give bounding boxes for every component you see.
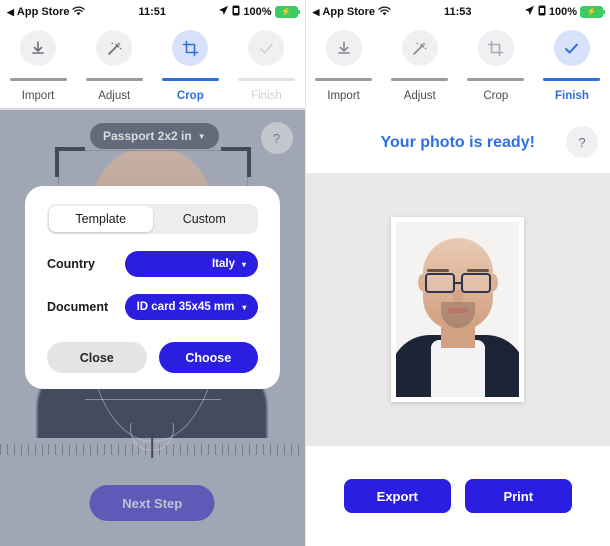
step-label: Adjust	[403, 90, 436, 102]
mode-segmented-control[interactable]: Template Custom	[47, 204, 258, 234]
screenshot-root: ◀ App Store 11:51 100% ⚡ Import Adjust C…	[0, 0, 610, 546]
crop-icon	[477, 30, 514, 66]
step-finish[interactable]: Finish	[228, 22, 304, 110]
country-label: Country	[47, 257, 95, 271]
country-dropdown[interactable]: Italy ▾	[125, 251, 258, 277]
step-label: Crop	[483, 90, 509, 102]
chevron-down-icon: ▾	[242, 302, 247, 312]
location-arrow-icon	[218, 5, 229, 19]
check-icon	[553, 30, 590, 66]
step-import[interactable]: Import	[306, 22, 382, 110]
step-finish[interactable]: Finish	[534, 22, 610, 110]
step-adjust[interactable]: Adjust	[76, 22, 152, 110]
chevron-down-icon: ▾	[241, 259, 246, 269]
result-actions: Export Print	[305, 446, 610, 546]
status-bar-left: ◀ App Store 11:51 100% ⚡	[0, 0, 305, 22]
country-row: Country Italy ▾	[47, 251, 258, 277]
left-phone-screen: ◀ App Store 11:51 100% ⚡ Import Adjust C…	[0, 0, 305, 546]
result-photo-card[interactable]	[391, 217, 525, 402]
close-button[interactable]: Close	[47, 342, 147, 373]
download-arrow-icon	[325, 30, 362, 66]
step-label: Import	[21, 90, 55, 102]
step-label: Finish	[251, 90, 282, 102]
step-adjust[interactable]: Adjust	[382, 22, 458, 110]
status-bar-indicators: 100% ⚡	[218, 5, 300, 19]
country-value: Italy	[211, 258, 235, 270]
help-button-right[interactable]: ?	[566, 126, 598, 158]
step-label: Finish	[555, 90, 589, 102]
step-progress-bar	[85, 78, 143, 81]
result-photo-area	[305, 173, 610, 446]
step-progress-bar	[161, 78, 219, 81]
result-header: Your photo is ready! ?	[305, 110, 610, 175]
step-navigation-left: Import Adjust Crop Finish	[0, 22, 305, 110]
status-bar-right: ◀ App Store 11:53 100% ⚡	[305, 0, 610, 22]
photo-mouth	[447, 308, 468, 313]
export-button[interactable]: Export	[343, 479, 451, 513]
right-phone-screen: ◀ App Store 11:53 100% ⚡ Import Adjust C…	[304, 0, 610, 546]
segment-template[interactable]: Template	[49, 206, 153, 232]
segment-custom[interactable]: Custom	[153, 206, 257, 232]
step-progress-bar	[237, 78, 295, 81]
battery-percent-label: 100%	[548, 6, 577, 18]
magic-wand-icon	[401, 30, 438, 66]
template-picker-dialog: Template Custom Country Italy ▾ Document…	[25, 186, 280, 389]
step-progress-bar	[467, 78, 525, 81]
alarm-clock-icon	[538, 5, 546, 19]
document-row: Document ID card 35x45 mm ▾	[47, 294, 258, 320]
step-progress-bar	[391, 78, 449, 81]
location-arrow-icon	[524, 5, 535, 19]
step-crop[interactable]: Crop	[458, 22, 534, 110]
alarm-clock-icon	[232, 5, 240, 19]
step-navigation-right: Import Adjust Crop Finish	[305, 22, 610, 110]
document-label: Document	[47, 300, 109, 314]
download-arrow-icon	[20, 30, 57, 66]
page-title: Your photo is ready!	[380, 133, 535, 151]
step-progress-bar	[315, 78, 373, 81]
battery-charging-icon: ⚡	[274, 6, 300, 18]
step-crop[interactable]: Crop	[152, 22, 228, 110]
print-button[interactable]: Print	[464, 479, 572, 513]
battery-charging-icon: ⚡	[580, 6, 605, 18]
check-icon	[248, 30, 285, 66]
crop-icon	[172, 30, 209, 66]
photo-eyebrow-left	[426, 269, 449, 272]
status-bar-indicators: 100% ⚡	[524, 5, 605, 19]
magic-wand-icon	[96, 30, 133, 66]
photo-eyebrow-right	[466, 269, 489, 272]
step-label: Crop	[176, 90, 204, 102]
step-label: Import	[327, 90, 360, 102]
glasses-lens-right	[460, 272, 491, 293]
choose-button[interactable]: Choose	[158, 342, 258, 373]
step-import[interactable]: Import	[0, 22, 76, 110]
step-label: Adjust	[98, 90, 131, 102]
document-dropdown[interactable]: ID card 35x45 mm ▾	[125, 294, 258, 320]
dialog-actions: Close Choose	[47, 342, 258, 373]
step-progress-bar	[543, 78, 601, 81]
glasses-lens-left	[424, 272, 455, 293]
battery-percent-label: 100%	[243, 6, 272, 18]
passport-photo	[396, 222, 520, 397]
step-progress-bar	[9, 78, 67, 81]
photo-glasses	[424, 272, 491, 293]
document-value: ID card 35x45 mm	[136, 301, 235, 313]
